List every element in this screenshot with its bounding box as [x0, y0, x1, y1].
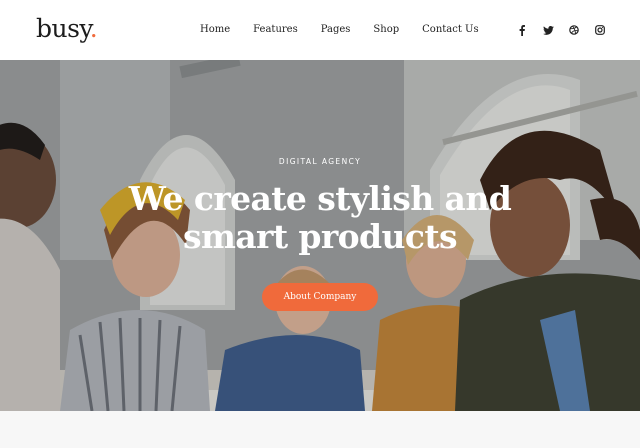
headline-line-1: We create stylish and — [128, 179, 512, 218]
twitter-icon[interactable] — [542, 22, 554, 38]
facebook-icon[interactable] — [516, 22, 528, 38]
about-company-button[interactable]: About Company — [262, 283, 378, 311]
hero-section: DIGITAL AGENCY We create stylish and sma… — [0, 60, 640, 411]
brand-dot: . — [89, 14, 98, 43]
below-hero-area — [0, 411, 640, 448]
instagram-icon[interactable] — [594, 22, 606, 38]
dribbble-icon[interactable] — [568, 22, 580, 38]
nav-item-shop[interactable]: Shop — [373, 22, 399, 38]
site-header: busy. Home Features Pages Shop Contact U… — [0, 0, 640, 60]
headline-line-2: smart products — [182, 217, 458, 256]
hero-headline: We create stylish and smart products — [0, 180, 640, 256]
brand-logo[interactable]: busy. — [36, 14, 98, 44]
main-nav: Home Features Pages Shop Contact Us — [200, 22, 502, 38]
brand-name: busy — [36, 14, 90, 43]
hero-eyebrow: DIGITAL AGENCY — [278, 157, 362, 166]
social-links — [516, 22, 606, 38]
nav-item-pages[interactable]: Pages — [321, 22, 351, 38]
nav-item-home[interactable]: Home — [200, 22, 230, 38]
nav-item-contact-us[interactable]: Contact Us — [422, 22, 478, 38]
nav-item-features[interactable]: Features — [253, 22, 298, 38]
